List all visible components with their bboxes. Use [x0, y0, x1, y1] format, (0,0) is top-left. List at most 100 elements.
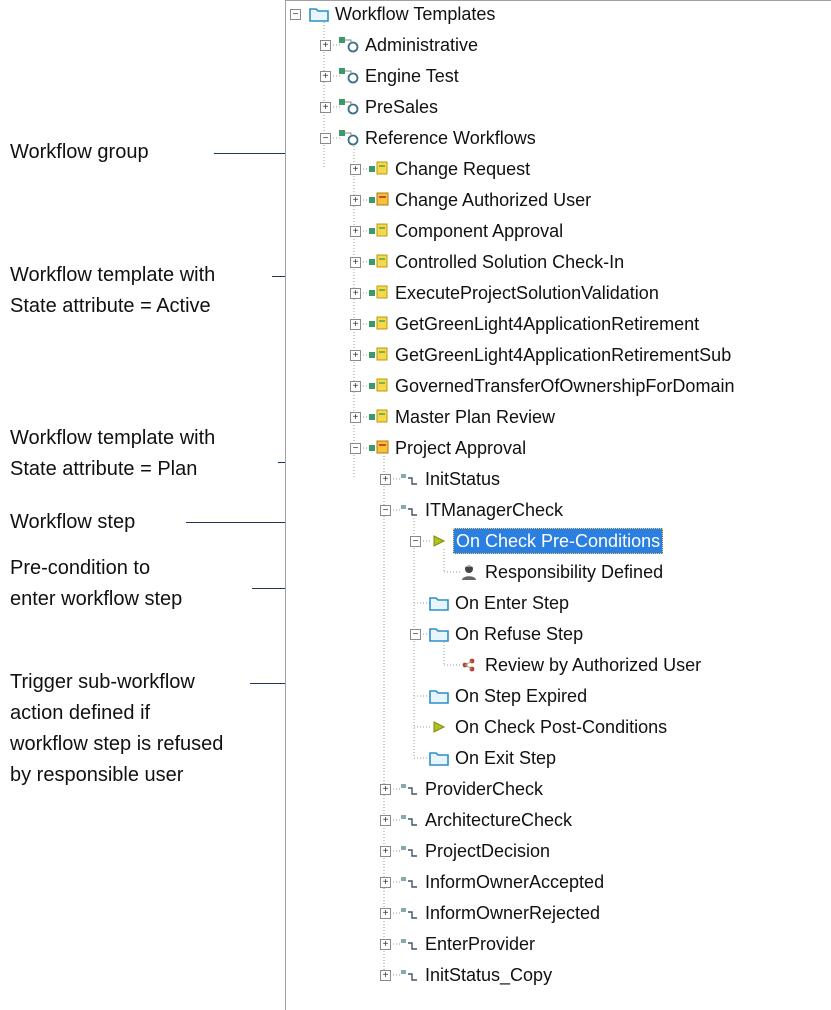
tree-item-label: Reference Workflows: [365, 128, 536, 148]
template-active-icon: [368, 345, 390, 365]
tree-item[interactable]: Administrative: [338, 30, 480, 60]
tree-item-label: On Check Pre-Conditions: [453, 528, 664, 554]
expand-toggle-icon[interactable]: +: [380, 784, 391, 795]
responsibility-icon: [458, 562, 480, 582]
annotation-template-plan: Workflow template with State attribute =…: [10, 427, 216, 480]
collapse-toggle-icon[interactable]: −: [410, 536, 421, 547]
tree-item[interactable]: GetGreenLight4ApplicationRetirement: [368, 309, 701, 339]
tree-item-label: On Enter Step: [455, 593, 570, 613]
workflow-tree-panel[interactable]: − Workflow Templates + Administrative + Engin…: [285, 0, 831, 1010]
tree-item-label: ArchitectureCheck: [425, 810, 573, 830]
tree-item[interactable]: GetGreenLight4ApplicationRetirementSub: [368, 340, 733, 370]
tree-item[interactable]: Master Plan Review: [368, 402, 557, 432]
template-plan-icon: [368, 190, 390, 210]
tree-item-label: EnterProvider: [425, 934, 536, 954]
expand-toggle-icon[interactable]: +: [380, 939, 391, 950]
tree-item-label: PreSales: [365, 97, 439, 117]
collapse-toggle-icon[interactable]: −: [320, 133, 331, 144]
workflow-group-icon: [338, 35, 360, 55]
tree-item[interactable]: Responsibility Defined: [458, 557, 665, 587]
tree-item-label: Responsibility Defined: [485, 562, 664, 582]
folder-icon: [308, 4, 330, 24]
step-icon: [398, 841, 420, 861]
tree-item[interactable]: On Check Post-Conditions: [428, 712, 669, 742]
tree-item[interactable]: ProviderCheck: [398, 774, 545, 804]
tree-item-label: Change Authorized User: [395, 190, 592, 210]
condition-icon: [428, 531, 450, 551]
tree-item[interactable]: Change Authorized User: [368, 185, 593, 215]
tree-item-label: Workflow Templates: [335, 4, 496, 24]
annotation-workflow-group: Workflow group: [10, 141, 149, 163]
tree-item[interactable]: On Check Pre-Conditions: [428, 526, 664, 556]
tree-item-label: ProviderCheck: [425, 779, 544, 799]
tree-item[interactable]: PreSales: [338, 92, 440, 122]
expand-toggle-icon[interactable]: +: [380, 877, 391, 888]
expand-toggle-icon[interactable]: +: [380, 970, 391, 981]
tree-item-label: InitStatus_Copy: [425, 965, 553, 985]
annotation-precondition: Pre-condition to enter workflow step: [10, 557, 183, 610]
expand-toggle-icon[interactable]: +: [380, 908, 391, 919]
tree-item-label: ProjectDecision: [425, 841, 551, 861]
step-icon: [398, 500, 420, 520]
expand-toggle-icon[interactable]: +: [350, 164, 361, 175]
expand-toggle-icon[interactable]: +: [350, 412, 361, 423]
folder-icon: [428, 686, 450, 706]
expand-toggle-icon[interactable]: +: [350, 288, 361, 299]
tree-item-label: Master Plan Review: [395, 407, 556, 427]
collapse-toggle-icon[interactable]: −: [380, 505, 391, 516]
tree-item[interactable]: On Enter Step: [428, 588, 571, 618]
expand-toggle-icon[interactable]: +: [350, 226, 361, 237]
step-icon: [398, 872, 420, 892]
tree-item[interactable]: InitStatus: [398, 464, 502, 494]
expand-toggle-icon[interactable]: +: [380, 815, 391, 826]
tree-item[interactable]: Review by Authorized User: [458, 650, 703, 680]
tree-item[interactable]: GovernedTransferOfOwnershipForDomain: [368, 371, 736, 401]
template-active-icon: [368, 376, 390, 396]
tree-item[interactable]: Component Approval: [368, 216, 565, 246]
tree-item[interactable]: ExecuteProjectSolutionValidation: [368, 278, 661, 308]
tree-item[interactable]: On Refuse Step: [428, 619, 585, 649]
expand-toggle-icon[interactable]: +: [320, 40, 331, 51]
annotation-template-active: Workflow template with State attribute =…: [10, 264, 216, 317]
expand-toggle-icon[interactable]: +: [350, 195, 361, 206]
tree-item[interactable]: ArchitectureCheck: [398, 805, 574, 835]
expand-toggle-icon[interactable]: +: [350, 350, 361, 361]
tree-item[interactable]: Change Request: [368, 154, 532, 184]
tree-item[interactable]: InformOwnerRejected: [398, 898, 602, 928]
step-icon: [398, 469, 420, 489]
folder-icon: [428, 748, 450, 768]
tree-item[interactable]: Reference Workflows: [338, 123, 538, 153]
collapse-toggle-icon[interactable]: −: [290, 9, 301, 20]
tree-item[interactable]: ITManagerCheck: [398, 495, 565, 525]
expand-toggle-icon[interactable]: +: [350, 381, 361, 392]
step-icon: [398, 810, 420, 830]
tree-item[interactable]: On Step Expired: [428, 681, 589, 711]
tree-item[interactable]: Project Approval: [368, 433, 528, 463]
template-active-icon: [368, 252, 390, 272]
tree-item[interactable]: EnterProvider: [398, 929, 537, 959]
collapse-toggle-icon[interactable]: −: [410, 629, 421, 640]
collapse-toggle-icon[interactable]: −: [350, 443, 361, 454]
expand-toggle-icon[interactable]: +: [380, 846, 391, 857]
expand-toggle-icon[interactable]: +: [320, 71, 331, 82]
subworkflow-icon: [458, 655, 480, 675]
expand-toggle-icon[interactable]: +: [350, 319, 361, 330]
tree-item-label: Engine Test: [365, 66, 459, 86]
step-icon: [398, 934, 420, 954]
expand-toggle-icon[interactable]: +: [320, 102, 331, 113]
expand-toggle-icon[interactable]: +: [380, 474, 391, 485]
tree-item[interactable]: InformOwnerAccepted: [398, 867, 606, 897]
template-active-icon: [368, 314, 390, 334]
tree-item[interactable]: InitStatus_Copy: [398, 960, 554, 990]
tree-item[interactable]: ProjectDecision: [398, 836, 552, 866]
tree-item-label: Review by Authorized User: [485, 655, 702, 675]
tree-item-label: Controlled Solution Check-In: [395, 252, 625, 272]
tree-item[interactable]: Workflow Templates: [308, 1, 497, 29]
tree-item-label: On Step Expired: [455, 686, 588, 706]
step-icon: [398, 779, 420, 799]
tree-item[interactable]: Engine Test: [338, 61, 461, 91]
tree-item[interactable]: Controlled Solution Check-In: [368, 247, 626, 277]
tree-item[interactable]: On Exit Step: [428, 743, 558, 773]
expand-toggle-icon[interactable]: +: [350, 257, 361, 268]
workflow-group-icon: [338, 66, 360, 86]
